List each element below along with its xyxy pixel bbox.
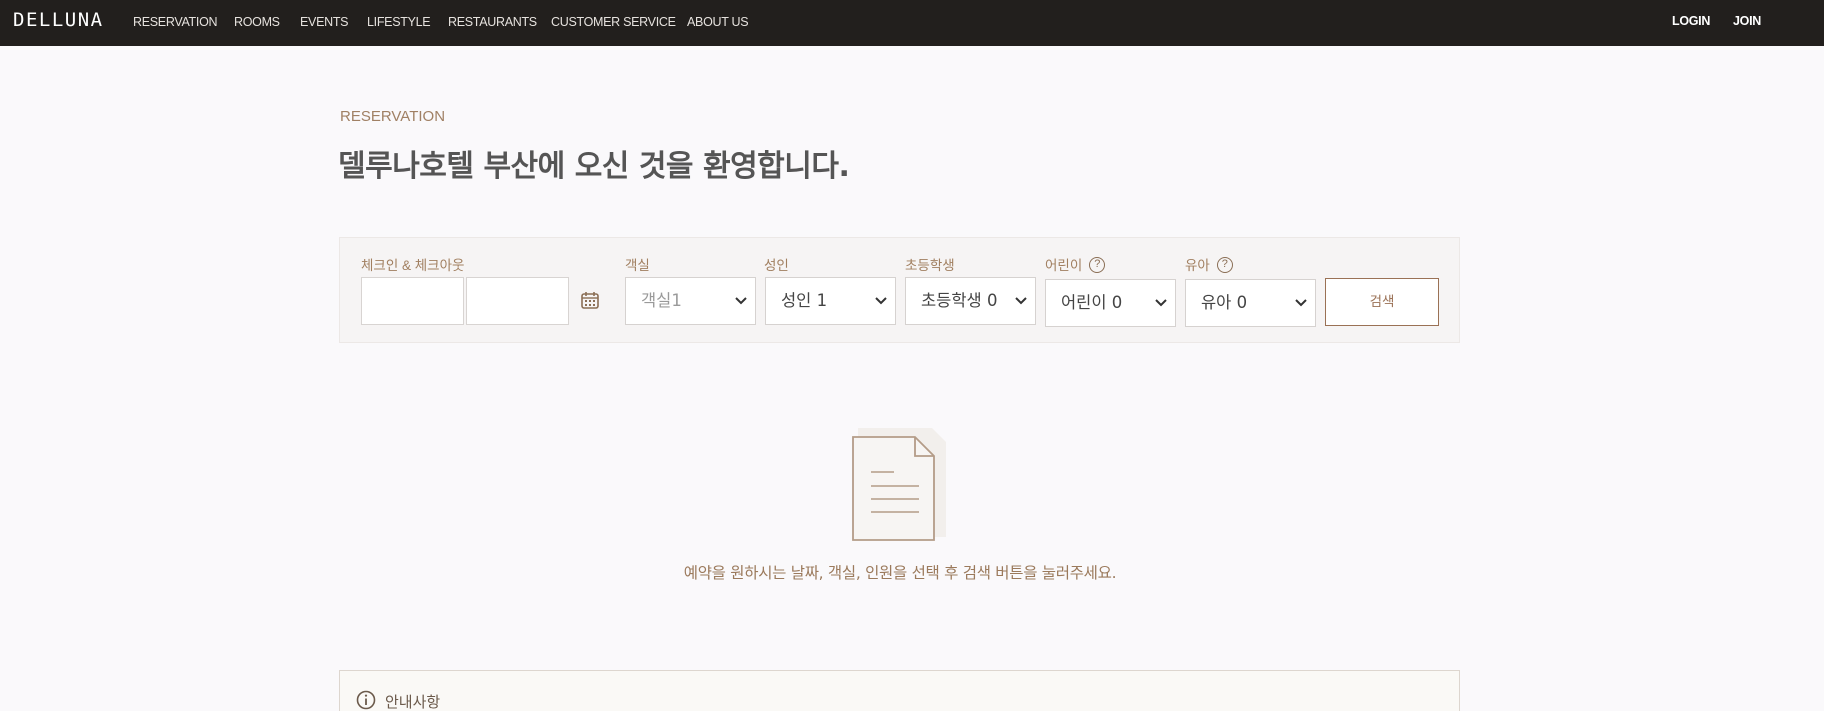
nav-item-lifestyle[interactable]: LIFESTYLE <box>367 15 431 29</box>
adults-select[interactable]: 성인 1 <box>765 277 896 325</box>
rooms-select[interactable]: 객실1 <box>625 277 756 325</box>
nav-item-restaurants[interactable]: RESTAURANTS <box>448 15 537 29</box>
page-title: 델루나호텔 부산에 오신 것을 환영합니다. <box>338 149 850 184</box>
notice-panel <box>339 670 1460 711</box>
checkin-checkout-label: 체크인 & 체크아웃 <box>361 258 465 273</box>
rooms-select-value: 객실1 <box>641 291 682 310</box>
infants-label: 유아 <box>1185 258 1210 273</box>
nav-item-customer-service[interactable]: CUSTOMER SERVICE <box>551 15 676 29</box>
login-link[interactable]: LOGIN <box>1672 14 1710 28</box>
infants-select[interactable]: 유아 0 <box>1185 279 1316 327</box>
page-eyebrow: RESERVATION <box>340 108 446 125</box>
checkout-date-input[interactable] <box>466 277 569 325</box>
top-navigation: DELLUNA RESERVATION ROOMS EVENTS LIFESTY… <box>0 0 1824 46</box>
chevron-down-icon <box>875 297 887 305</box>
site-logo[interactable]: DELLUNA <box>13 9 104 31</box>
elementary-select[interactable]: 초등학생 0 <box>905 277 1036 325</box>
children-help-icon[interactable]: ? <box>1089 257 1106 274</box>
infants-label-group: 유아? <box>1185 254 1233 274</box>
chevron-down-icon <box>1295 299 1307 307</box>
children-select[interactable]: 어린이 0 <box>1045 279 1176 327</box>
nav-item-reservation[interactable]: RESERVATION <box>133 15 218 29</box>
calendar-icon[interactable] <box>580 290 600 310</box>
children-label: 어린이 <box>1045 258 1083 273</box>
info-icon <box>356 690 376 710</box>
nav-item-rooms[interactable]: ROOMS <box>234 15 280 29</box>
adults-label: 성인 <box>764 258 789 273</box>
chevron-down-icon <box>1015 297 1027 305</box>
nav-item-about-us[interactable]: ABOUT US <box>687 15 749 29</box>
infants-help-icon[interactable]: ? <box>1216 257 1233 274</box>
elementary-select-value: 초등학생 0 <box>921 291 998 310</box>
children-select-value: 어린이 0 <box>1061 293 1123 312</box>
document-icon <box>852 428 946 541</box>
checkin-date-input[interactable] <box>361 277 464 325</box>
rooms-label: 객실 <box>625 258 650 273</box>
chevron-down-icon <box>1155 299 1167 307</box>
notice-title: 안내사항 <box>385 693 441 711</box>
chevron-down-icon <box>735 297 747 305</box>
adults-select-value: 성인 1 <box>781 291 828 310</box>
empty-state-message: 예약을 원하시는 날짜, 객실, 인원을 선택 후 검색 버튼을 눌러주세요. <box>683 564 1117 582</box>
children-label-group: 어린이? <box>1045 254 1106 274</box>
elementary-label: 초등학생 <box>905 258 955 273</box>
search-button[interactable]: 검색 <box>1325 278 1439 326</box>
join-link[interactable]: JOIN <box>1733 14 1761 28</box>
nav-item-events[interactable]: EVENTS <box>300 15 349 29</box>
infants-select-value: 유아 0 <box>1201 293 1248 312</box>
